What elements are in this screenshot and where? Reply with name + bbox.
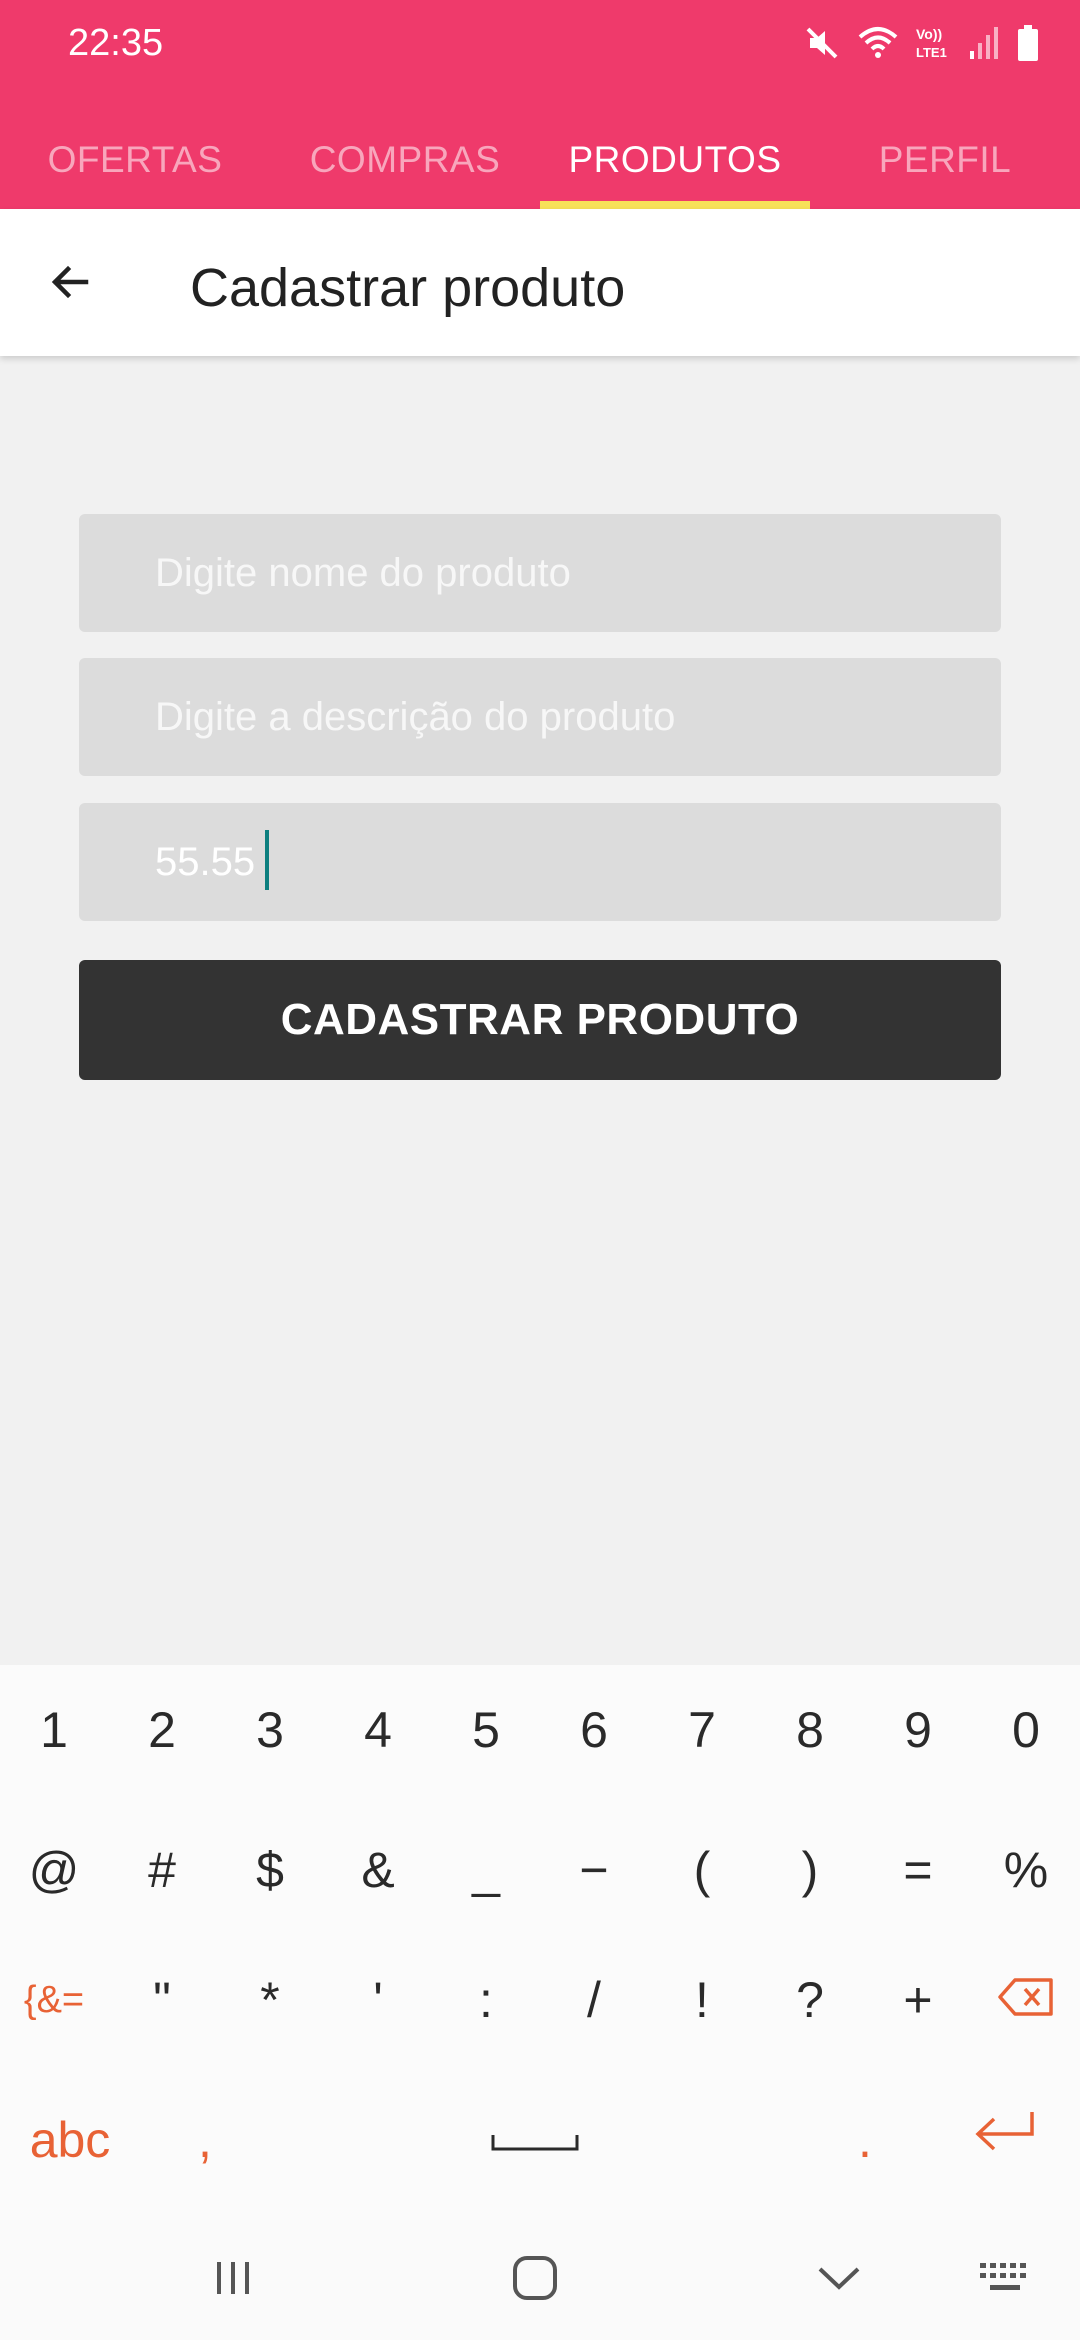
key-close-paren[interactable]: )	[756, 1805, 864, 1935]
key-1[interactable]: 1	[0, 1665, 108, 1795]
key-hash[interactable]: #	[108, 1805, 216, 1935]
keyboard-row-numbers: 1 2 3 4 5 6 7 8 9 0	[0, 1665, 1080, 1795]
key-0[interactable]: 0	[972, 1665, 1080, 1795]
key-4[interactable]: 4	[324, 1665, 432, 1795]
tab-produtos[interactable]: PRODUTOS	[540, 110, 810, 209]
backspace-icon	[997, 1971, 1055, 2029]
status-time: 22:35	[68, 22, 164, 64]
key-9[interactable]: 9	[864, 1665, 972, 1795]
key-comma[interactable]: ,	[140, 2075, 270, 2205]
keyboard-row-symbols-1: @ # $ & _ − ( ) = %	[0, 1805, 1080, 1935]
key-7[interactable]: 7	[648, 1665, 756, 1795]
arrow-back-icon	[46, 258, 94, 311]
enter-key[interactable]	[930, 2075, 1080, 2205]
hide-keyboard-button[interactable]	[789, 2240, 889, 2320]
key-more-symbols[interactable]: {&=	[0, 1935, 108, 2065]
key-abc[interactable]: abc	[0, 2075, 140, 2205]
key-at[interactable]: @	[0, 1805, 108, 1935]
page-title: Cadastrar produto	[190, 258, 626, 318]
system-nav-bar	[0, 2220, 1080, 2340]
keyboard: 1 2 3 4 5 6 7 8 9 0 @ # $ & _ − ( ) = % …	[0, 1665, 1080, 2220]
tab-bar: OFERTAS COMPRAS PRODUTOS PERFIL	[0, 110, 1080, 209]
key-double-quote[interactable]: "	[108, 1935, 216, 2065]
recents-icon	[211, 2258, 255, 2303]
key-minus[interactable]: −	[540, 1805, 648, 1935]
key-equals[interactable]: =	[864, 1805, 972, 1935]
recents-button[interactable]	[183, 2240, 283, 2320]
chevron-down-icon	[816, 2263, 862, 2298]
key-single-quote[interactable]: '	[324, 1935, 432, 2065]
svg-text:LTE1: LTE1	[916, 45, 947, 60]
key-6[interactable]: 6	[540, 1665, 648, 1795]
key-3[interactable]: 3	[216, 1665, 324, 1795]
key-ampersand[interactable]: &	[324, 1805, 432, 1935]
app-bar: Cadastrar produto	[0, 209, 1080, 356]
tab-compras[interactable]: COMPRAS	[270, 110, 540, 209]
keyboard-icon	[978, 2261, 1032, 2300]
space-key[interactable]	[270, 2075, 800, 2205]
home-button[interactable]	[485, 2240, 585, 2320]
key-period[interactable]: .	[800, 2075, 930, 2205]
wifi-icon	[856, 23, 900, 63]
text-cursor	[265, 830, 269, 890]
key-question[interactable]: ?	[756, 1935, 864, 2065]
svg-text:Vo)): Vo))	[916, 26, 942, 42]
tab-ofertas[interactable]: OFERTAS	[0, 110, 270, 209]
mute-icon	[802, 23, 842, 63]
key-exclamation[interactable]: !	[648, 1935, 756, 2065]
key-asterisk[interactable]: *	[216, 1935, 324, 2065]
battery-icon	[1016, 23, 1040, 63]
volte-lte-icon: Vo)) LTE1	[914, 23, 954, 63]
key-8[interactable]: 8	[756, 1665, 864, 1795]
product-price-input[interactable]	[79, 803, 1001, 921]
signal-icon	[968, 23, 1002, 63]
back-button[interactable]	[30, 244, 110, 324]
keyboard-row-symbols-2: {&= " * ' : / ! ? +	[0, 1935, 1080, 2065]
top-bar: 22:35 Vo)) LTE1 OFERTAS COMPRAS PRODUTOS …	[0, 0, 1080, 209]
status-icons: Vo)) LTE1	[802, 18, 1040, 68]
home-icon	[511, 2254, 559, 2307]
key-5[interactable]: 5	[432, 1665, 540, 1795]
keyboard-switch-button[interactable]	[955, 2240, 1055, 2320]
key-open-paren[interactable]: (	[648, 1805, 756, 1935]
product-description-input[interactable]	[79, 658, 1001, 776]
key-colon[interactable]: :	[432, 1935, 540, 2065]
key-plus[interactable]: +	[864, 1935, 972, 2065]
key-dollar[interactable]: $	[216, 1805, 324, 1935]
key-underscore[interactable]: _	[432, 1805, 540, 1935]
backspace-key[interactable]	[972, 1935, 1080, 2065]
key-slash[interactable]: /	[540, 1935, 648, 2065]
space-icon	[490, 2111, 580, 2169]
product-name-input[interactable]	[79, 514, 1001, 632]
keyboard-row-bottom: abc , .	[0, 2075, 1080, 2205]
enter-icon	[972, 2108, 1038, 2172]
key-2[interactable]: 2	[108, 1665, 216, 1795]
key-percent[interactable]: %	[972, 1805, 1080, 1935]
register-product-button[interactable]: CADASTRAR PRODUTO	[79, 960, 1001, 1080]
tab-perfil[interactable]: PERFIL	[810, 110, 1080, 209]
